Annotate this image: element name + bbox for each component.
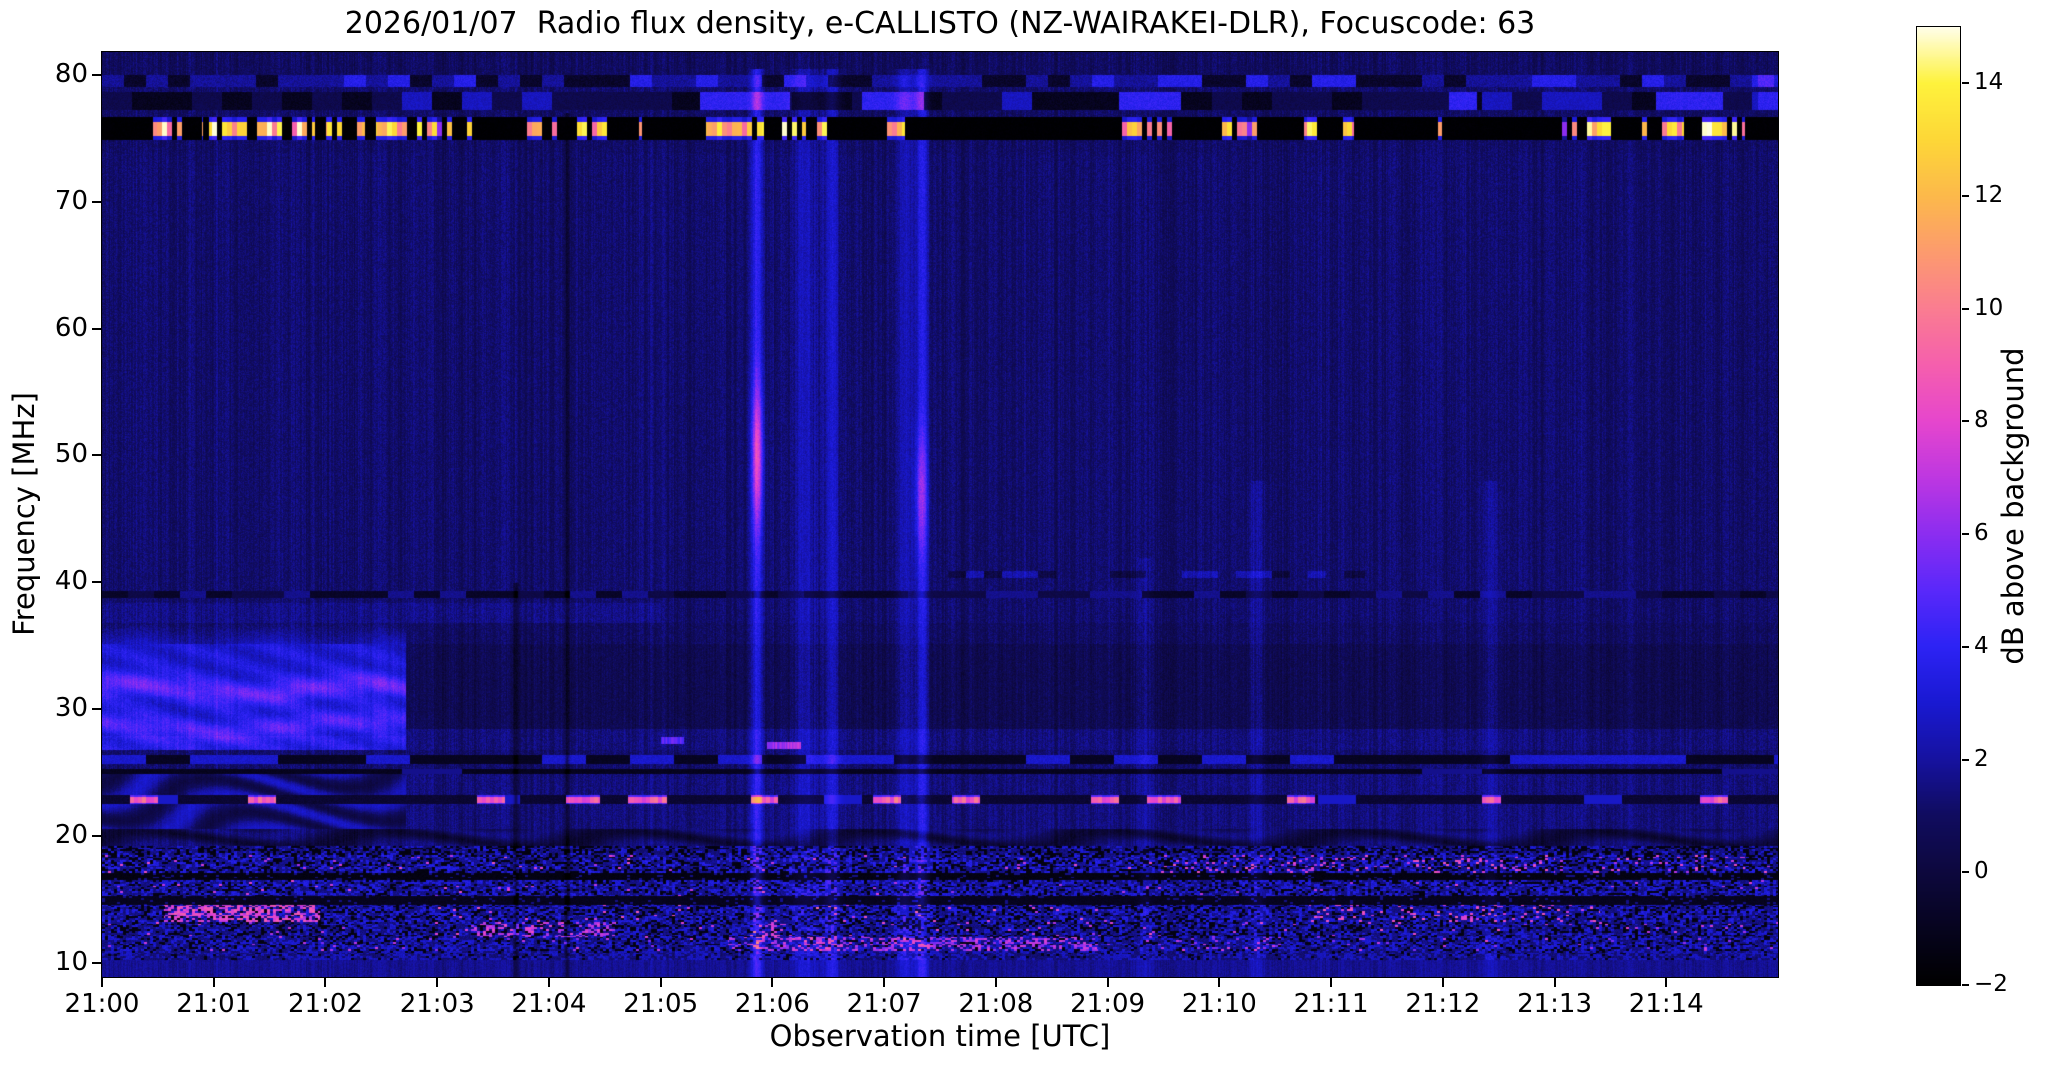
x-tick-label: 21:08 (958, 989, 1034, 1019)
colorbar-gradient-canvas (1917, 27, 1960, 985)
x-tick (994, 978, 997, 987)
colorbar-tick (1962, 533, 1969, 536)
y-tick (92, 73, 101, 76)
y-tick-label: 70 (54, 185, 88, 216)
x-tick (547, 978, 550, 987)
colorbar-tick (1962, 195, 1969, 198)
colorbar-tick (1962, 871, 1969, 874)
x-tick-label: 21:10 (1181, 989, 1257, 1019)
colorbar-tick (1962, 82, 1969, 85)
x-tick (1441, 978, 1444, 987)
y-tick-label: 10 (54, 947, 88, 978)
x-tick-label: 21:00 (64, 989, 140, 1019)
x-tick-label: 21:09 (1070, 989, 1146, 1019)
y-tick (92, 708, 101, 711)
y-tick-label: 20 (54, 820, 88, 851)
colorbar-tick (1962, 984, 1969, 986)
spectrogram-canvas (102, 52, 1778, 977)
colorbar-tick-label: 12 (1974, 182, 2004, 209)
y-tick (92, 581, 101, 584)
y-tick (92, 327, 101, 330)
y-tick (92, 962, 101, 965)
x-tick-label: 21:12 (1405, 989, 1481, 1019)
x-tick-label: 21:05 (623, 989, 699, 1019)
y-tick (92, 454, 101, 457)
y-tick-label: 80 (54, 58, 88, 89)
x-tick-label: 21:14 (1628, 989, 1704, 1019)
x-tick-label: 21:11 (1293, 989, 1369, 1019)
colorbar-tick-label: 8 (1974, 407, 1989, 434)
x-tick-label: 21:02 (287, 989, 363, 1019)
x-tick-label: 21:01 (176, 989, 252, 1019)
y-tick (92, 200, 101, 203)
x-tick (1106, 978, 1109, 987)
x-tick-label: 21:03 (399, 989, 475, 1019)
colorbar-tick-label: 4 (1974, 632, 1989, 659)
x-tick (212, 978, 215, 987)
x-tick (436, 978, 439, 987)
x-tick (1330, 978, 1333, 987)
colorbar-tick-label: 2 (1974, 745, 1989, 772)
y-tick (92, 835, 101, 838)
x-tick (883, 978, 886, 987)
colorbar-tick-label: 6 (1974, 520, 1989, 547)
colorbar-label: dB above background (1996, 347, 2030, 665)
colorbar-tick (1962, 758, 1969, 761)
colorbar-tick-label: −2 (1974, 971, 2008, 997)
x-tick-label: 21:07 (846, 989, 922, 1019)
y-tick-label: 60 (54, 312, 88, 343)
x-tick (1218, 978, 1221, 987)
colorbar-tick-label: 14 (1974, 69, 2004, 96)
x-tick-label: 21:13 (1517, 989, 1592, 1019)
x-tick (1665, 978, 1668, 987)
y-tick-label: 30 (54, 693, 88, 724)
x-tick-label: 21:04 (511, 989, 587, 1019)
x-tick (1553, 978, 1556, 987)
plot-title: 2026/01/07 Radio flux density, e-CALLIST… (344, 6, 1536, 41)
x-tick (324, 978, 327, 987)
colorbar-tick (1962, 307, 1969, 310)
y-axis-label: Frequency [MHz] (7, 392, 41, 636)
spectrogram-figure: 2026/01/07 Radio flux density, e-CALLIST… (0, 0, 2047, 1067)
colorbar-tick (1962, 645, 1969, 648)
colorbar-tick-label: 0 (1974, 858, 1989, 885)
colorbar-tick (1962, 420, 1969, 423)
x-axis-label: Observation time [UTC] (769, 1019, 1111, 1053)
x-tick-label: 21:06 (734, 989, 810, 1019)
x-tick (101, 978, 103, 987)
x-tick (771, 978, 774, 987)
colorbar-tick-label: 10 (1974, 294, 2004, 321)
x-tick (659, 978, 662, 987)
